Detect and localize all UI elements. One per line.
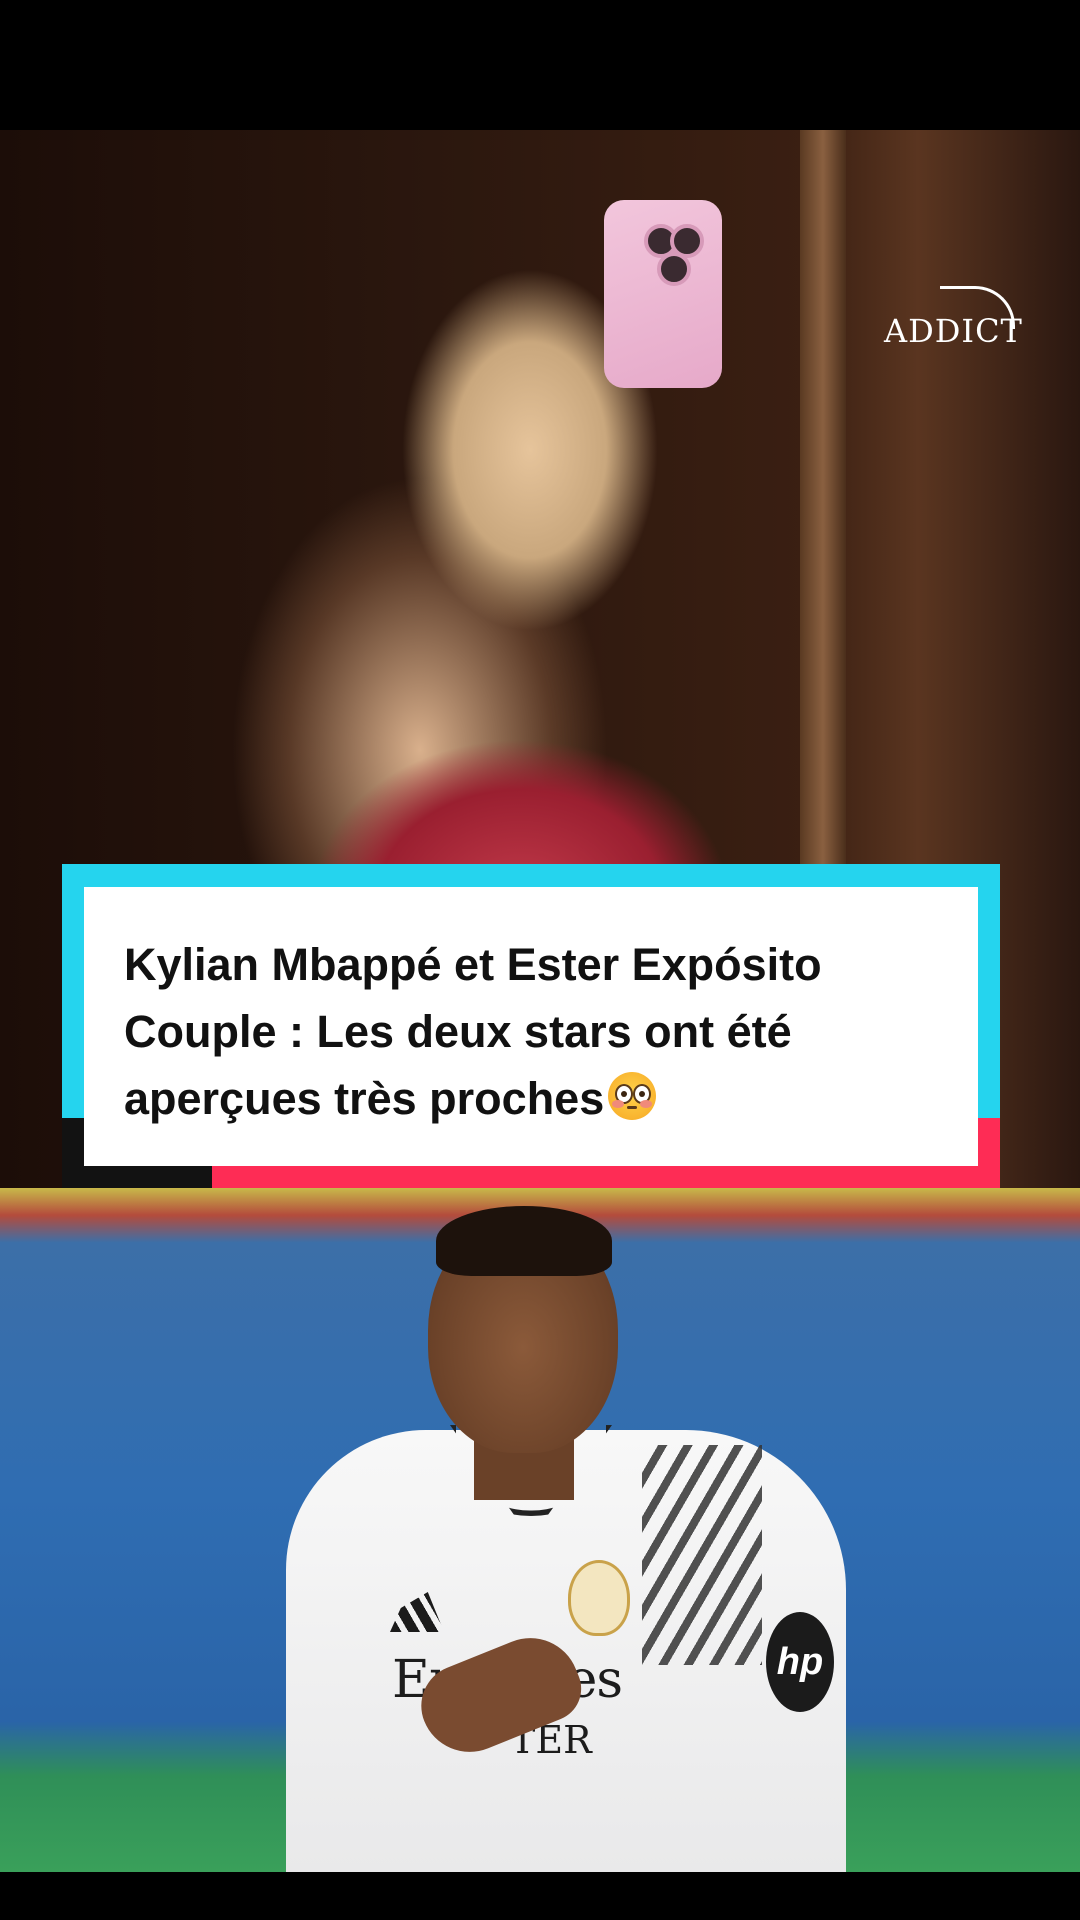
phone-image — [604, 200, 722, 388]
caption-card: Kylian Mbappé et Ester Expósito Couple :… — [84, 887, 978, 1166]
top-letterbox — [0, 0, 1080, 130]
club-crest-icon — [568, 1560, 630, 1636]
player-hair — [436, 1206, 612, 1276]
camera-lens — [657, 252, 691, 286]
watermark-logo: ADDICT — [884, 312, 1023, 350]
headline-line: Kylian Mbappé et Ester Expósito — [124, 939, 822, 990]
headline-line: aperçues très proches — [124, 1073, 605, 1124]
jersey-stripes — [642, 1445, 762, 1665]
headline: Kylian Mbappé et Ester Expósito Couple :… — [124, 931, 938, 1132]
hp-sponsor-badge: hp — [766, 1612, 834, 1712]
flushed-face-emoji-icon — [608, 1072, 657, 1120]
headline-line: Couple : Les deux stars ont été — [124, 1006, 792, 1057]
bottom-letterbox — [0, 1872, 1080, 1920]
